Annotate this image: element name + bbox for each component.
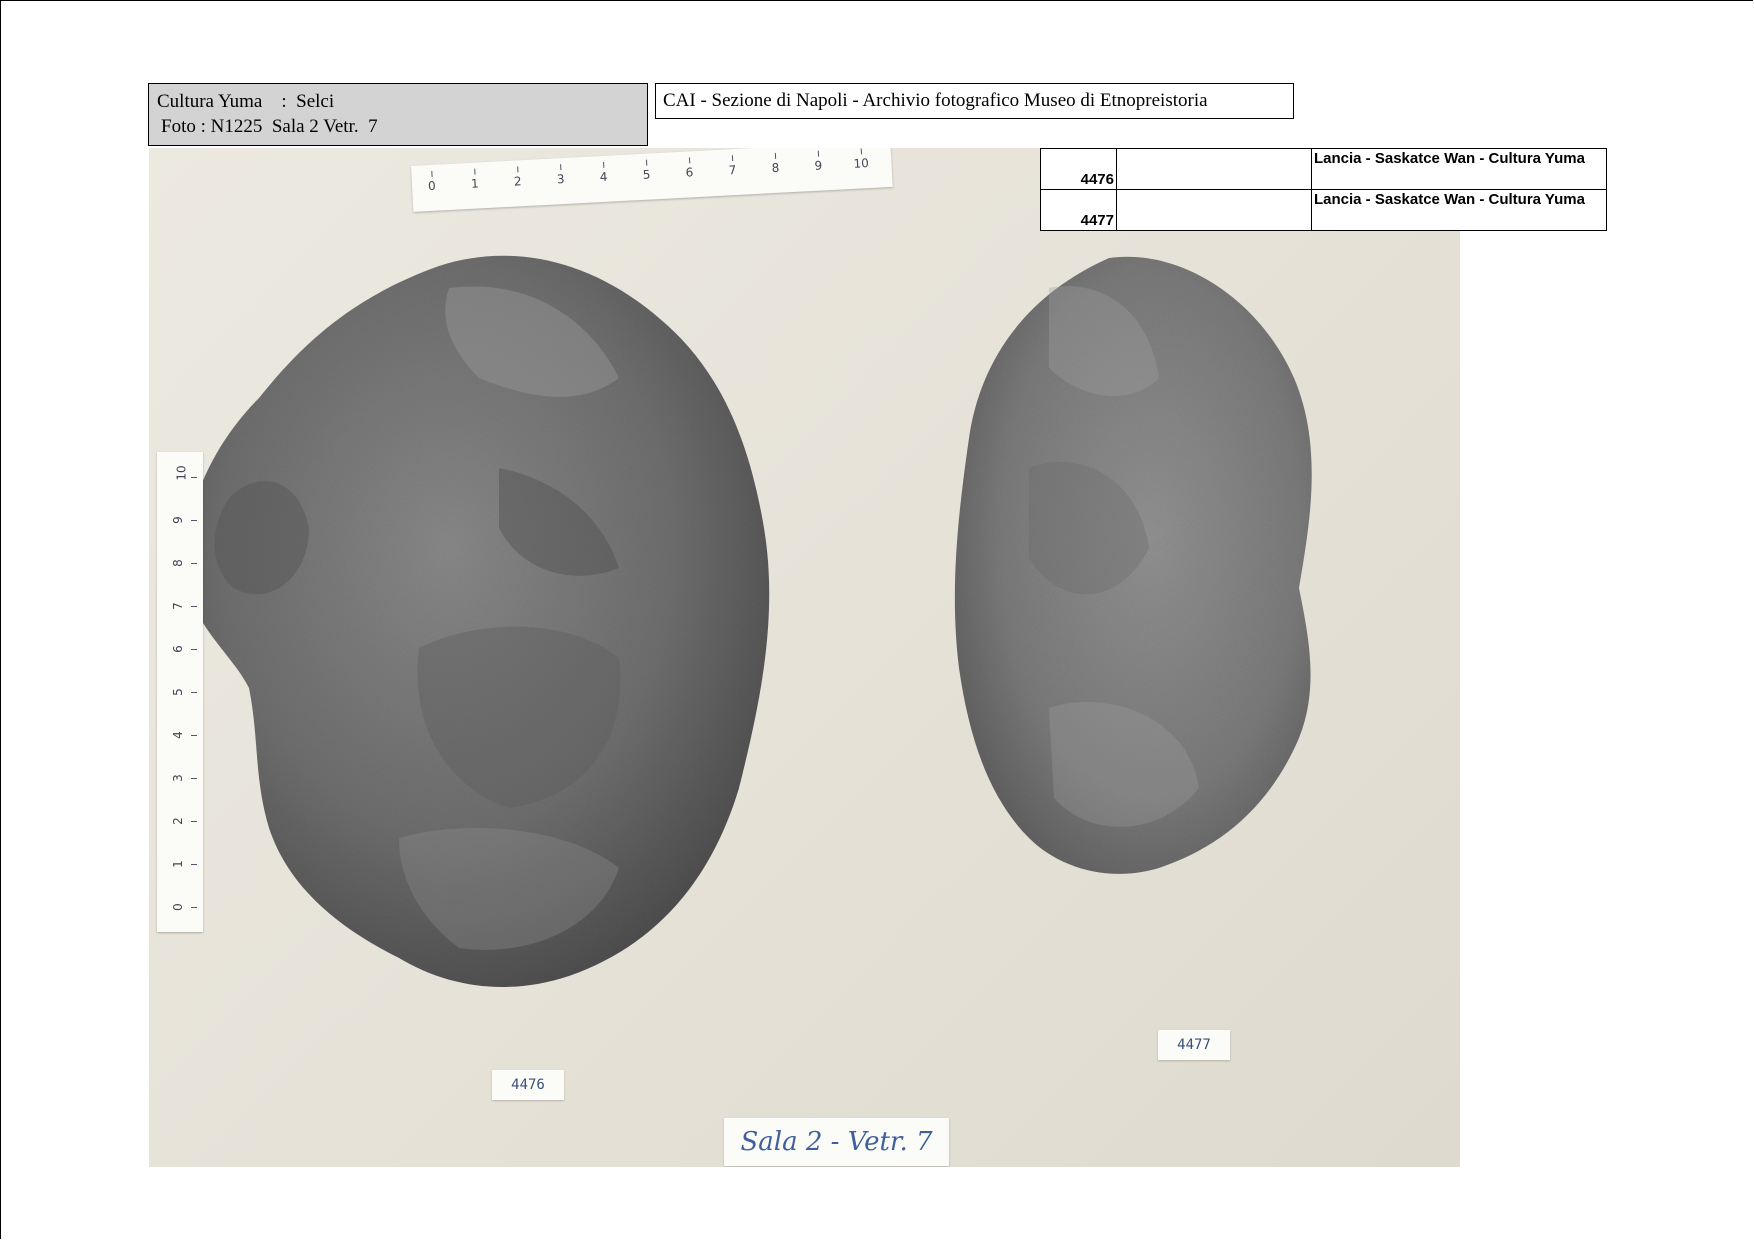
ruler-v-tick-label: 8 (170, 559, 185, 567)
photo-location-label: Foto : N1225 Sala 2 Vetr. 7 (161, 116, 378, 137)
ruler-h-tick-label: 4 (599, 169, 608, 185)
artifact-photo: 0 1 2 3 4 5 6 7 8 9 10 0 1 2 3 4 5 6 7 8… (149, 148, 1460, 1167)
ruler-h-tick-label: 7 (728, 162, 737, 178)
ruler-v-tick-label: 7 (170, 602, 185, 610)
table-row: 4477 Lancia - Saskatce Wan - Cultura Yum… (1040, 189, 1607, 231)
ruler-v-tick-label: 9 (170, 516, 185, 524)
archive-title: CAI - Sezione di Napoli - Archivio fotog… (663, 90, 1208, 111)
ruler-h-tick-label: 1 (470, 176, 480, 191)
table-row: 4476 Lancia - Saskatce Wan - Cultura Yum… (1040, 148, 1607, 190)
catalog-id: 4476 (1040, 148, 1117, 190)
ruler-v-tick-label: 6 (170, 645, 185, 653)
ruler-h-tick-label: 10 (853, 156, 870, 171)
ruler-h-tick-label: 3 (556, 171, 565, 187)
ruler-h-tick-label: 6 (685, 165, 694, 180)
artifact-illustration (183, 255, 1312, 988)
artifact-4477 (954, 256, 1312, 874)
catalog-empty-cell (1116, 148, 1312, 190)
ruler-v-tick-label: 5 (170, 688, 185, 696)
ruler-h-tick-label: 9 (814, 158, 823, 173)
ruler-v-tick-label: 3 (170, 774, 185, 782)
ruler-h-tick-label: 5 (642, 167, 651, 182)
ruler-v-tick-label: 0 (170, 903, 185, 911)
ruler-v-tick-label: 4 (170, 731, 185, 739)
ruler-h-tick-label: 0 (427, 178, 437, 194)
collection-info-box: Cultura Yuma : Selci Foto : N1225 Sala 2… (148, 83, 648, 146)
catalog-description: Lancia - Saskatce Wan - Cultura Yuma (1311, 148, 1607, 190)
ruler-h-tick-label: 8 (771, 160, 780, 176)
culture-label: Cultura Yuma : Selci (157, 91, 335, 112)
ruler-v-tick-label: 1 (170, 860, 185, 868)
specimen-tag-4477: 4477 (1158, 1030, 1230, 1060)
ruler-vertical: 0 1 2 3 4 5 6 7 8 9 10 (157, 452, 203, 932)
catalog-description: Lancia - Saskatce Wan - Cultura Yuma (1311, 189, 1607, 231)
specimen-tag-4476: 4476 (492, 1070, 564, 1100)
showcase-tag: Sala 2 - Vetr. 7 (724, 1118, 949, 1166)
ruler-v-tick-label: 2 (170, 817, 185, 825)
ruler-v-tick-label: 10 (174, 465, 189, 481)
ruler-h-tick-label: 2 (513, 174, 522, 189)
catalog-empty-cell (1116, 189, 1312, 231)
archive-title-box: CAI - Sezione di Napoli - Archivio fotog… (655, 83, 1294, 119)
catalog-id: 4477 (1040, 189, 1117, 231)
artifact-4476 (183, 255, 770, 988)
catalog-table: 4476 Lancia - Saskatce Wan - Cultura Yum… (1040, 148, 1607, 231)
